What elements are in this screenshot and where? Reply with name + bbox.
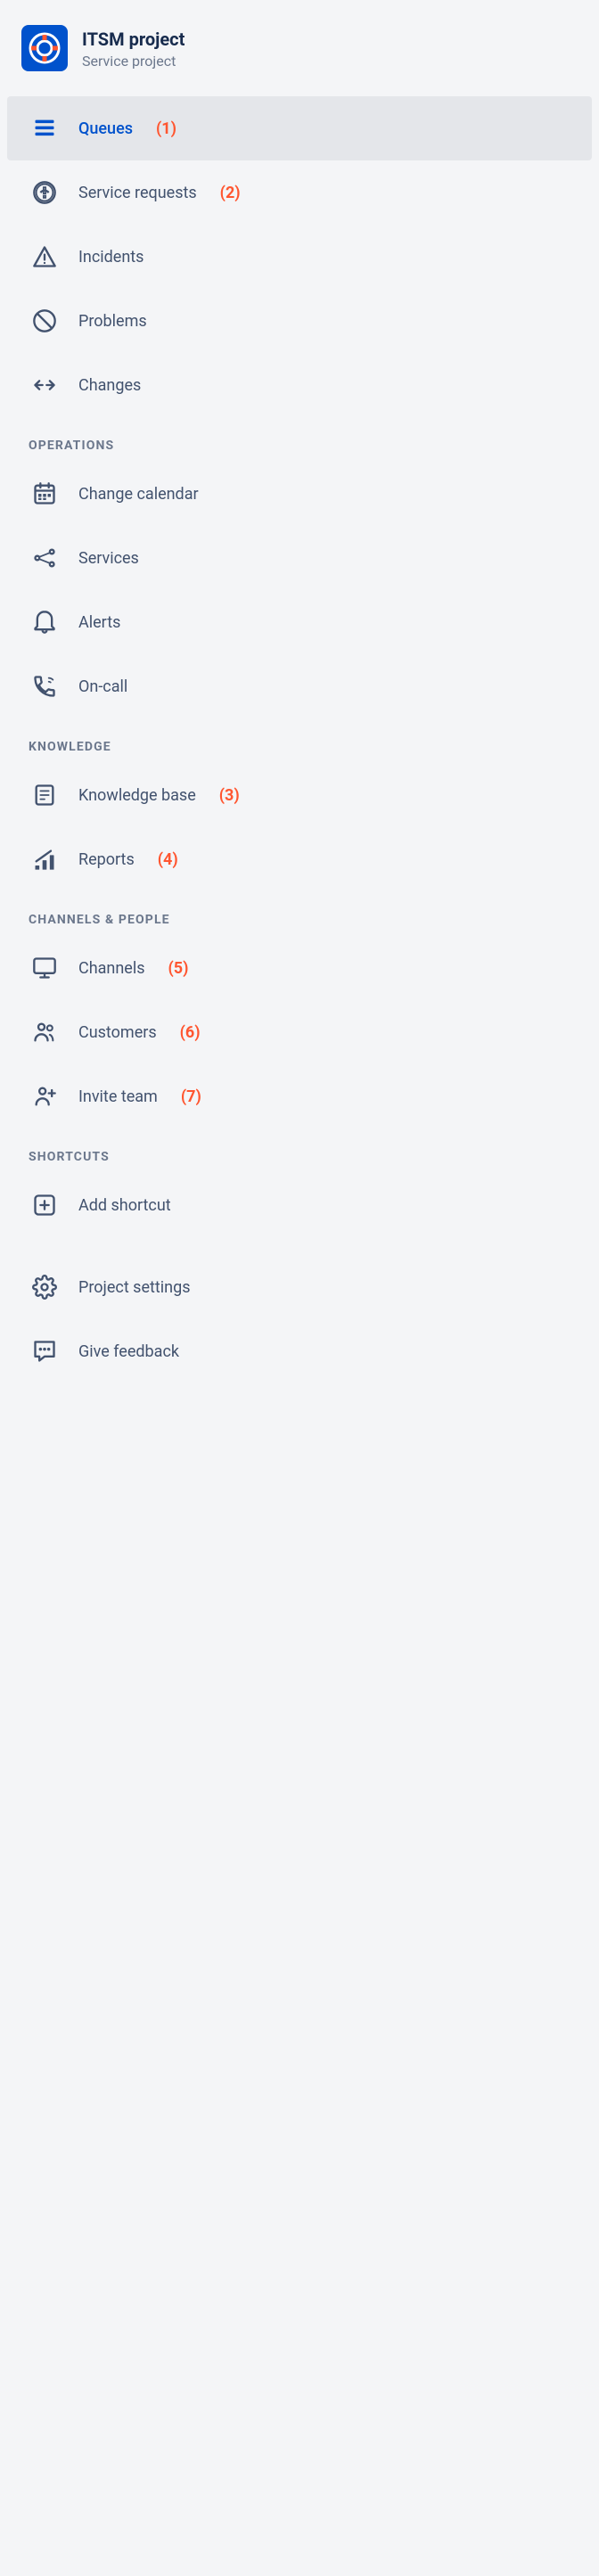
customers-badge: (6)	[180, 1023, 201, 1042]
project-type: Service project	[82, 53, 185, 70]
invite-team-badge: (7)	[181, 1087, 201, 1106]
queues-badge: (1)	[156, 119, 176, 138]
sidebar-item-on-call[interactable]: On-call	[7, 654, 592, 718]
sidebar-item-customers[interactable]: Customers (6)	[7, 1000, 592, 1064]
sidebar-item-service-requests[interactable]: Service requests (2)	[7, 160, 592, 225]
project-info: ITSM project Service project	[82, 28, 185, 70]
channels-badge: (5)	[168, 959, 189, 978]
customers-label: Customers	[78, 1023, 157, 1042]
alerts-icon	[29, 606, 61, 638]
sidebar-item-add-shortcut[interactable]: Add shortcut	[7, 1173, 592, 1237]
customers-icon	[29, 1016, 61, 1048]
sidebar-item-change-calendar[interactable]: Change calendar	[7, 462, 592, 526]
reports-label: Reports	[78, 850, 135, 869]
invite-team-label: Invite team	[78, 1087, 158, 1106]
sidebar-item-incidents[interactable]: Incidents	[7, 225, 592, 289]
give-feedback-label: Give feedback	[78, 1342, 179, 1361]
change-calendar-icon	[29, 478, 61, 510]
add-shortcut-icon	[29, 1189, 61, 1221]
sidebar-item-queues[interactable]: Queues (1)	[7, 96, 592, 160]
sidebar-item-problems[interactable]: Problems	[7, 289, 592, 353]
service-requests-badge: (2)	[220, 184, 241, 202]
service-requests-icon	[29, 176, 61, 209]
give-feedback-icon	[29, 1335, 61, 1367]
services-icon	[29, 542, 61, 574]
queues-icon	[29, 112, 61, 144]
reports-badge: (4)	[158, 850, 178, 869]
sidebar-item-reports[interactable]: Reports (4)	[7, 827, 592, 891]
incidents-label: Incidents	[78, 248, 144, 267]
section-channels-people: CHANNELS & PEOPLE	[0, 891, 599, 936]
sidebar-item-alerts[interactable]: Alerts	[7, 590, 592, 654]
sidebar-item-changes[interactable]: Changes	[7, 353, 592, 417]
section-operations: OPERATIONS	[0, 417, 599, 462]
service-requests-label: Service requests	[78, 184, 197, 202]
project-name: ITSM project	[82, 28, 185, 51]
changes-label: Changes	[78, 376, 141, 395]
change-calendar-label: Change calendar	[78, 485, 199, 504]
sidebar-item-knowledge-base[interactable]: Knowledge base (3)	[7, 763, 592, 827]
project-settings-label: Project settings	[78, 1278, 191, 1297]
section-knowledge: KNOWLEDGE	[0, 718, 599, 763]
channels-icon	[29, 952, 61, 984]
knowledge-base-label: Knowledge base	[78, 786, 196, 805]
services-label: Services	[78, 549, 139, 568]
on-call-icon	[29, 670, 61, 702]
alerts-label: Alerts	[78, 613, 120, 632]
sidebar-item-give-feedback[interactable]: Give feedback	[7, 1319, 592, 1383]
sidebar-item-invite-team[interactable]: Invite team (7)	[7, 1064, 592, 1128]
knowledge-base-badge: (3)	[219, 786, 240, 805]
changes-icon	[29, 369, 61, 401]
reports-icon	[29, 843, 61, 875]
incidents-icon	[29, 241, 61, 273]
problems-label: Problems	[78, 312, 147, 331]
project-header: ITSM project Service project	[0, 0, 599, 96]
project-logo	[21, 25, 68, 71]
project-settings-icon	[29, 1271, 61, 1303]
sidebar-item-services[interactable]: Services	[7, 526, 592, 590]
queues-label: Queues	[78, 119, 133, 138]
sidebar: ITSM project Service project Queues (1) …	[0, 0, 599, 1383]
sidebar-item-project-settings[interactable]: Project settings	[7, 1255, 592, 1319]
invite-team-icon	[29, 1080, 61, 1112]
add-shortcut-label: Add shortcut	[78, 1196, 171, 1215]
knowledge-base-icon	[29, 779, 61, 811]
section-shortcuts: SHORTCUTS	[0, 1128, 599, 1173]
channels-label: Channels	[78, 959, 145, 978]
problems-icon	[29, 305, 61, 337]
sidebar-item-channels[interactable]: Channels (5)	[7, 936, 592, 1000]
on-call-label: On-call	[78, 677, 127, 696]
